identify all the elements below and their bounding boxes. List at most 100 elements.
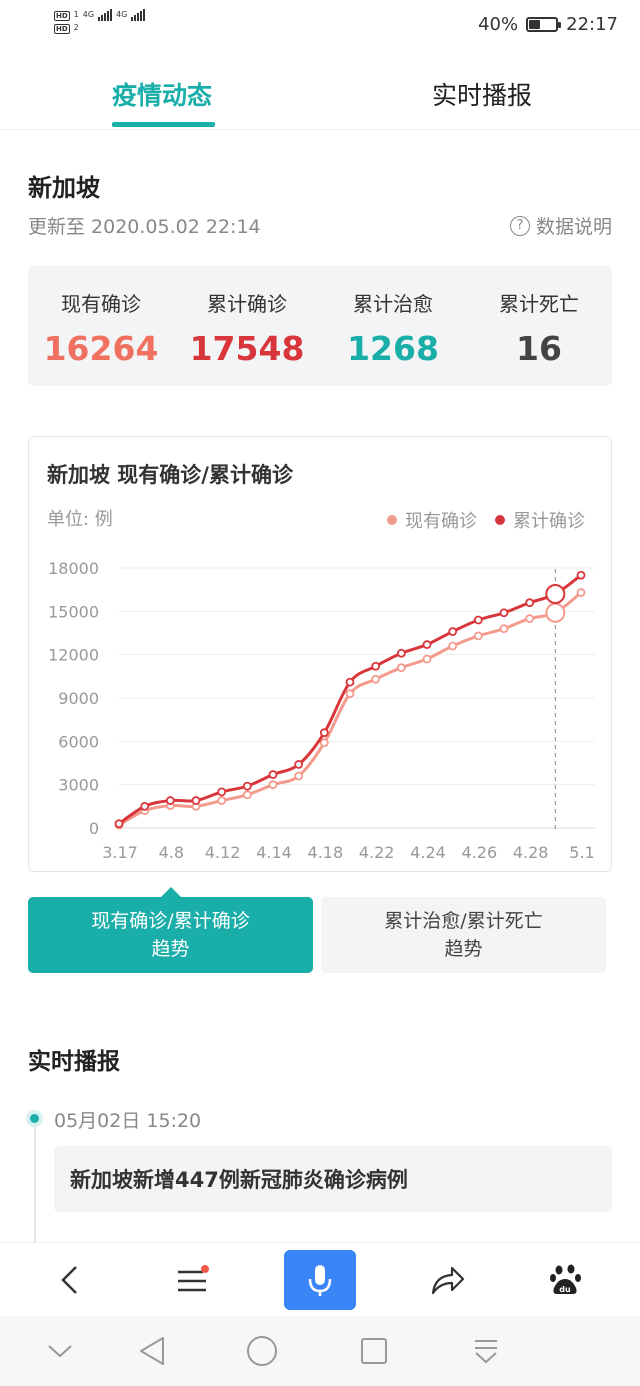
series-line-1 <box>118 574 582 825</box>
trend-button-line1: 累计治愈/累计死亡 <box>384 910 543 932</box>
tab-epidemic-dynamics[interactable]: 疫情动态 <box>112 76 212 112</box>
signal-bars-1-icon <box>98 9 113 21</box>
browser-toolbar: du <box>0 1242 640 1316</box>
active-button-pointer <box>161 887 181 897</box>
baidu-paw-icon: du <box>550 1264 581 1294</box>
battery-percent: 40% <box>478 14 519 35</box>
share-button[interactable] <box>418 1243 478 1317</box>
series-line-0 <box>118 591 582 827</box>
data-point <box>191 796 201 805</box>
data-point <box>576 588 586 597</box>
voice-search-button[interactable] <box>284 1250 356 1310</box>
update-time: 更新至 2020.05.02 22:14 <box>28 216 261 238</box>
highlight-point <box>545 584 566 604</box>
legend-label: 累计确诊 <box>513 511 585 532</box>
stat-current-confirmed: 现有确诊 16264 <box>28 266 174 386</box>
share-icon <box>431 1266 465 1295</box>
news-time: 05月02日 15:20 <box>54 1110 202 1132</box>
timeline-dot-icon <box>26 1110 43 1127</box>
system-recent-button[interactable] <box>354 1316 394 1386</box>
stat-total-recovered: 累计治愈 1268 <box>320 266 466 386</box>
stat-value: 17548 <box>189 329 305 368</box>
signal-indicators: HD 1 4G 4G HD 2 <box>54 8 146 34</box>
pull-down-button[interactable] <box>466 1316 506 1386</box>
x-tick-label: 4.12 <box>205 843 241 862</box>
system-navigation-bar <box>0 1316 640 1386</box>
data-point <box>396 663 406 673</box>
data-point <box>525 614 535 623</box>
y-tick-label: 9000 <box>58 689 99 708</box>
x-tick-label: 3.17 <box>102 843 138 862</box>
country-title: 新加坡 <box>28 174 100 202</box>
data-point <box>242 790 252 800</box>
x-tick-label: 4.14 <box>256 843 292 862</box>
hd-badge-1: HD <box>54 11 70 21</box>
highlight-point <box>545 602 566 623</box>
circle-home-icon <box>247 1336 277 1366</box>
stat-label: 累计死亡 <box>499 292 579 316</box>
stat-label: 现有确诊 <box>61 292 141 316</box>
system-back-button[interactable] <box>132 1316 172 1386</box>
back-button[interactable] <box>40 1243 100 1317</box>
data-point <box>294 760 304 769</box>
x-tick-label: 4.18 <box>308 843 344 862</box>
y-tick-label: 12000 <box>48 646 99 665</box>
stat-total-deaths: 累计死亡 16 <box>466 266 612 386</box>
data-note-label: 数据说明 <box>535 216 612 238</box>
data-point <box>525 598 535 608</box>
news-item[interactable]: 新加坡新增447例新冠肺炎确诊病例 <box>54 1146 612 1212</box>
data-point <box>448 627 458 636</box>
trend-button-line2: 趋势 <box>444 938 483 960</box>
legend-current-confirmed[interactable]: 现有确诊 <box>387 507 477 533</box>
hd-badge-2: HD <box>54 24 70 34</box>
legend-label: 现有确诊 <box>405 511 477 532</box>
baidu-button[interactable]: du <box>536 1243 596 1317</box>
data-point <box>371 661 381 671</box>
timeline-line <box>34 1126 36 1246</box>
chart-unit: 单位: 例 <box>47 509 113 530</box>
stat-label: 累计确诊 <box>207 292 287 316</box>
data-point <box>114 819 124 829</box>
triangle-back-icon <box>140 1337 164 1365</box>
x-tick-label: 4.24 <box>410 843 446 862</box>
signal-bars-2-icon <box>131 9 146 21</box>
trend-button-confirmed[interactable]: 现有确诊/累计确诊 趋势 <box>28 897 313 973</box>
data-point <box>140 801 150 811</box>
data-point <box>371 674 381 684</box>
hide-nav-button[interactable] <box>40 1316 80 1386</box>
data-point <box>319 738 329 748</box>
stat-value: 16 <box>516 329 562 368</box>
svg-text:du: du <box>559 1285 571 1294</box>
tab-active-indicator <box>112 122 215 127</box>
x-tick-label: 4.22 <box>359 843 395 862</box>
x-tick-label: 4.26 <box>462 843 498 862</box>
tab-live-broadcast[interactable]: 实时播报 <box>432 76 532 112</box>
network-type-2: 4G <box>116 10 128 19</box>
y-tick-label: 15000 <box>48 602 99 621</box>
legend-dot-icon <box>495 515 505 525</box>
network-type-1: 4G <box>82 10 95 19</box>
menu-icon <box>178 1265 209 1292</box>
trend-chart[interactable]: 0 3000 6000 9000 12000 15000 18000 3.17 4.8 4.12 4… <box>29 437 613 873</box>
x-tick-label: 4.28 <box>513 843 549 862</box>
battery-icon <box>526 17 562 32</box>
data-point <box>242 781 252 791</box>
chart-legend: 现有确诊 累计确诊 <box>387 507 585 533</box>
menu-button[interactable] <box>162 1243 222 1317</box>
status-bar: HD 1 4G 4G HD 2 40% 22:17 <box>0 0 640 50</box>
stat-label: 累计治愈 <box>353 292 433 316</box>
sim-index-2: 2 <box>73 23 79 32</box>
top-tabs: 疫情动态 实时播报 <box>0 60 640 130</box>
trend-button-recovered-deaths[interactable]: 累计治愈/累计死亡 趋势 <box>321 897 606 973</box>
stat-value: 16264 <box>43 329 159 368</box>
data-point <box>422 654 432 664</box>
data-point <box>499 608 509 618</box>
legend-total-confirmed[interactable]: 累计确诊 <box>495 507 585 533</box>
clock: 22:17 <box>566 14 618 35</box>
data-point <box>268 780 278 790</box>
data-point <box>319 728 329 738</box>
chevron-down-icon <box>48 1345 72 1358</box>
system-home-button[interactable] <box>242 1316 282 1386</box>
y-tick-label: 6000 <box>58 732 99 751</box>
data-note-link[interactable]: ? 数据说明 <box>509 212 612 239</box>
